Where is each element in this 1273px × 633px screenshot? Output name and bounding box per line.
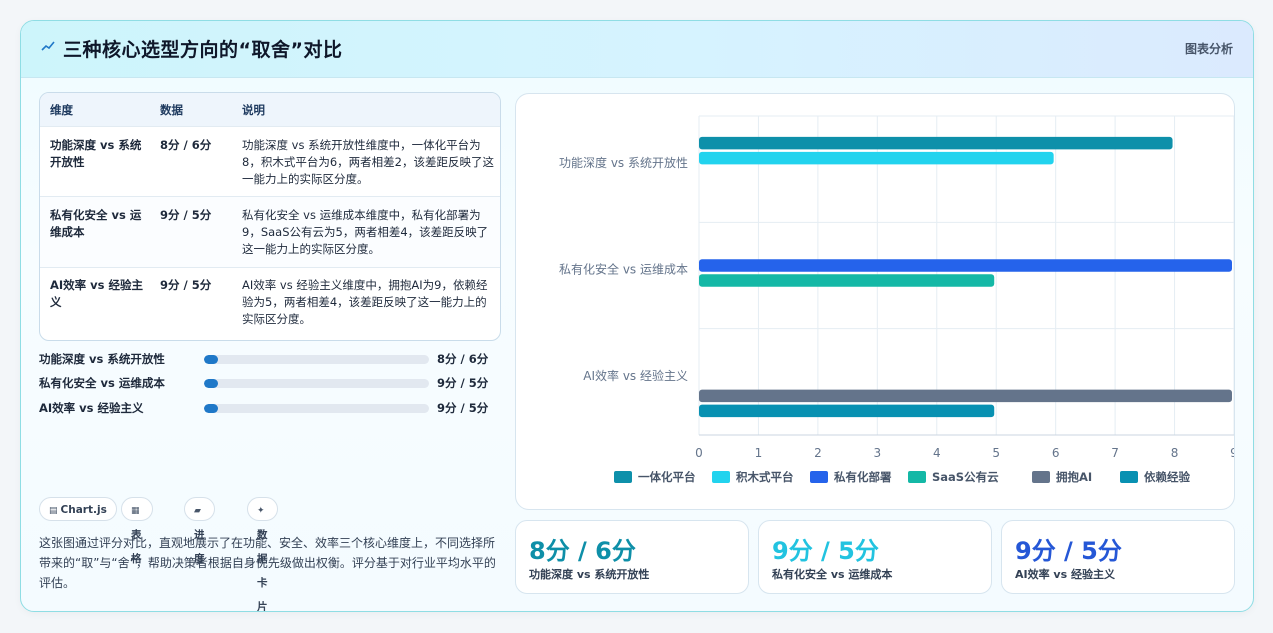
x-tick-label: 1 <box>755 446 763 460</box>
legend-label: SaaS公有云 <box>932 470 999 484</box>
progress-row: 功能深度 vs 系统开放性 8分 / 6分 <box>39 350 499 368</box>
chip-data-card[interactable]: ✦数据卡片 <box>247 497 278 611</box>
progress-label: 功能深度 vs 系统开放性 <box>39 352 165 366</box>
legend-swatch <box>1032 471 1050 483</box>
table-row: AI效率 vs 经验主义 9分 / 5分 AI效率 vs 经验主义维度中，拥抱A… <box>40 267 500 340</box>
table-cell-note: 私有化安全 vs 运维成本维度中，私有化部署为9，SaaS公有云为5，两者相差4… <box>242 208 489 256</box>
table-cell-dimension: 功能深度 vs 系统开放性 <box>50 138 142 169</box>
progress-value: 9分 / 5分 <box>437 401 489 415</box>
progress-fill <box>204 355 218 364</box>
bar-拥抱AI <box>699 389 1232 403</box>
bar-积木式平台 <box>699 151 1054 165</box>
column-header-dimension: 维度 <box>50 103 73 117</box>
legend-swatch <box>908 471 926 483</box>
column-header-note: 说明 <box>242 103 265 117</box>
stat-label: 功能深度 vs 系统开放性 <box>529 568 650 581</box>
chip-chartjs[interactable]: ▤ Chart.js <box>39 497 117 521</box>
chip-label: Chart.js <box>60 504 107 516</box>
progress-fill <box>204 404 218 413</box>
progress-icon: ▰ <box>194 506 201 516</box>
sparkle-icon: ✦ <box>257 506 265 516</box>
bar-一体化平台 <box>699 136 1173 150</box>
table-cell-data: 9分 / 5分 <box>160 278 212 292</box>
table-icon: ▦ <box>131 506 140 516</box>
stat-value: 9分 / 5分 <box>1015 537 1122 565</box>
legend-label: 依赖经验 <box>1144 470 1190 484</box>
table-cell-dimension: 私有化安全 vs 运维成本 <box>50 208 142 239</box>
progress-value: 8分 / 6分 <box>437 352 489 366</box>
data-table: 维度 数据 说明 功能深度 vs 系统开放性 8分 / 6分 功能深度 vs 系… <box>39 92 501 341</box>
bar-依赖经验 <box>699 404 995 418</box>
category-label: AI效率 vs 经验主义 <box>583 368 688 383</box>
progress-row: AI效率 vs 经验主义 9分 / 5分 <box>39 399 499 417</box>
category-label: 功能深度 vs 系统开放性 <box>559 155 688 170</box>
table-row: 功能深度 vs 系统开放性 8分 / 6分 功能深度 vs 系统开放性维度中，一… <box>40 126 500 197</box>
card-header: 三种核心选型方向的“取舍”对比 图表分析 <box>21 21 1253 78</box>
stat-label: 私有化安全 vs 运维成本 <box>772 568 893 581</box>
chart-description: 这张图通过评分对比，直观地展示了在功能、安全、效率三个核心维度上，不同选择所带来… <box>39 536 496 590</box>
bar-私有化部署 <box>699 259 1232 272</box>
legend-label: 一体化平台 <box>638 470 696 484</box>
x-tick-label: 2 <box>814 446 822 460</box>
stat-card: 8分 / 6分 功能深度 vs 系统开放性 <box>515 520 749 594</box>
chip-table[interactable]: ▦表格 <box>121 497 153 565</box>
progress-track <box>204 379 429 388</box>
category-label: 私有化安全 vs 运维成本 <box>559 262 688 277</box>
table-cell-data: 9分 / 5分 <box>160 208 212 222</box>
stat-card: 9分 / 5分 AI效率 vs 经验主义 <box>1001 520 1235 594</box>
table-cell-note: AI效率 vs 经验主义维度中，拥抱AI为9，依赖经验为5，两者相差4，该差距反… <box>242 278 488 326</box>
legend-swatch <box>1120 471 1138 483</box>
x-tick-label: 9 <box>1230 446 1234 460</box>
stat-value: 9分 / 5分 <box>772 537 879 565</box>
x-tick-label: 7 <box>1111 446 1119 460</box>
chart-card: 三种核心选型方向的“取舍”对比 图表分析 维度 数据 说明 功能深度 vs 系统… <box>20 20 1254 612</box>
bar-SaaS公有云 <box>699 274 995 287</box>
bar-chart-panel: 0 1 2 3 4 5 6 7 8 9 功能深度 vs 系统开放性私有化安全 vs 运维成本 AI效率… <box>515 93 1235 510</box>
trend-icon <box>41 41 55 51</box>
progress-fill <box>204 379 218 388</box>
legend-swatch <box>810 471 828 483</box>
table-cell-data: 8分 / 6分 <box>160 138 212 152</box>
x-tick-label: 6 <box>1052 446 1060 460</box>
chart-icon: ▤ <box>49 506 58 516</box>
legend-label: 积木式平台 <box>736 470 794 484</box>
legend-swatch <box>614 471 632 483</box>
stat-value: 8分 / 6分 <box>529 537 636 565</box>
table-header-row: 维度 数据 说明 <box>40 93 500 126</box>
chart-analysis-tag[interactable]: 图表分析 <box>1185 40 1233 57</box>
chip-progress[interactable]: ▰进度 <box>184 497 215 565</box>
progress-track <box>204 404 429 413</box>
x-tick-label: 8 <box>1171 446 1179 460</box>
stat-card: 9分 / 5分 私有化安全 vs 运维成本 <box>758 520 992 594</box>
x-tick-label: 4 <box>933 446 941 460</box>
legend-label: 拥抱AI <box>1056 470 1092 484</box>
progress-label: 私有化安全 vs 运维成本 <box>39 376 165 390</box>
legend-label: 私有化部署 <box>834 470 892 484</box>
progress-track <box>204 355 429 364</box>
legend-swatch <box>712 471 730 483</box>
column-header-data: 数据 <box>160 103 183 117</box>
table-cell-dimension: AI效率 vs 经验主义 <box>50 278 144 309</box>
table-row: 私有化安全 vs 运维成本 9分 / 5分 私有化安全 vs 运维成本维度中，私… <box>40 196 500 268</box>
progress-value: 9分 / 5分 <box>437 376 489 390</box>
x-tick-label: 5 <box>992 446 1000 460</box>
progress-row: 私有化安全 vs 运维成本 9分 / 5分 <box>39 374 499 392</box>
table-cell-note: 功能深度 vs 系统开放性维度中，一体化平台为8，积木式平台为6，两者相差2，该… <box>242 138 494 186</box>
x-tick-label: 0 <box>695 446 703 460</box>
stat-label: AI效率 vs 经验主义 <box>1015 568 1115 581</box>
bar-chart: 0 1 2 3 4 5 6 7 8 9 功能深度 vs 系统开放性私有化安全 vs 运维成本 AI效率… <box>559 115 1234 484</box>
page-title: 三种核心选型方向的“取舍”对比 <box>63 39 343 61</box>
x-tick-label: 3 <box>874 446 882 460</box>
progress-label: AI效率 vs 经验主义 <box>39 401 144 415</box>
